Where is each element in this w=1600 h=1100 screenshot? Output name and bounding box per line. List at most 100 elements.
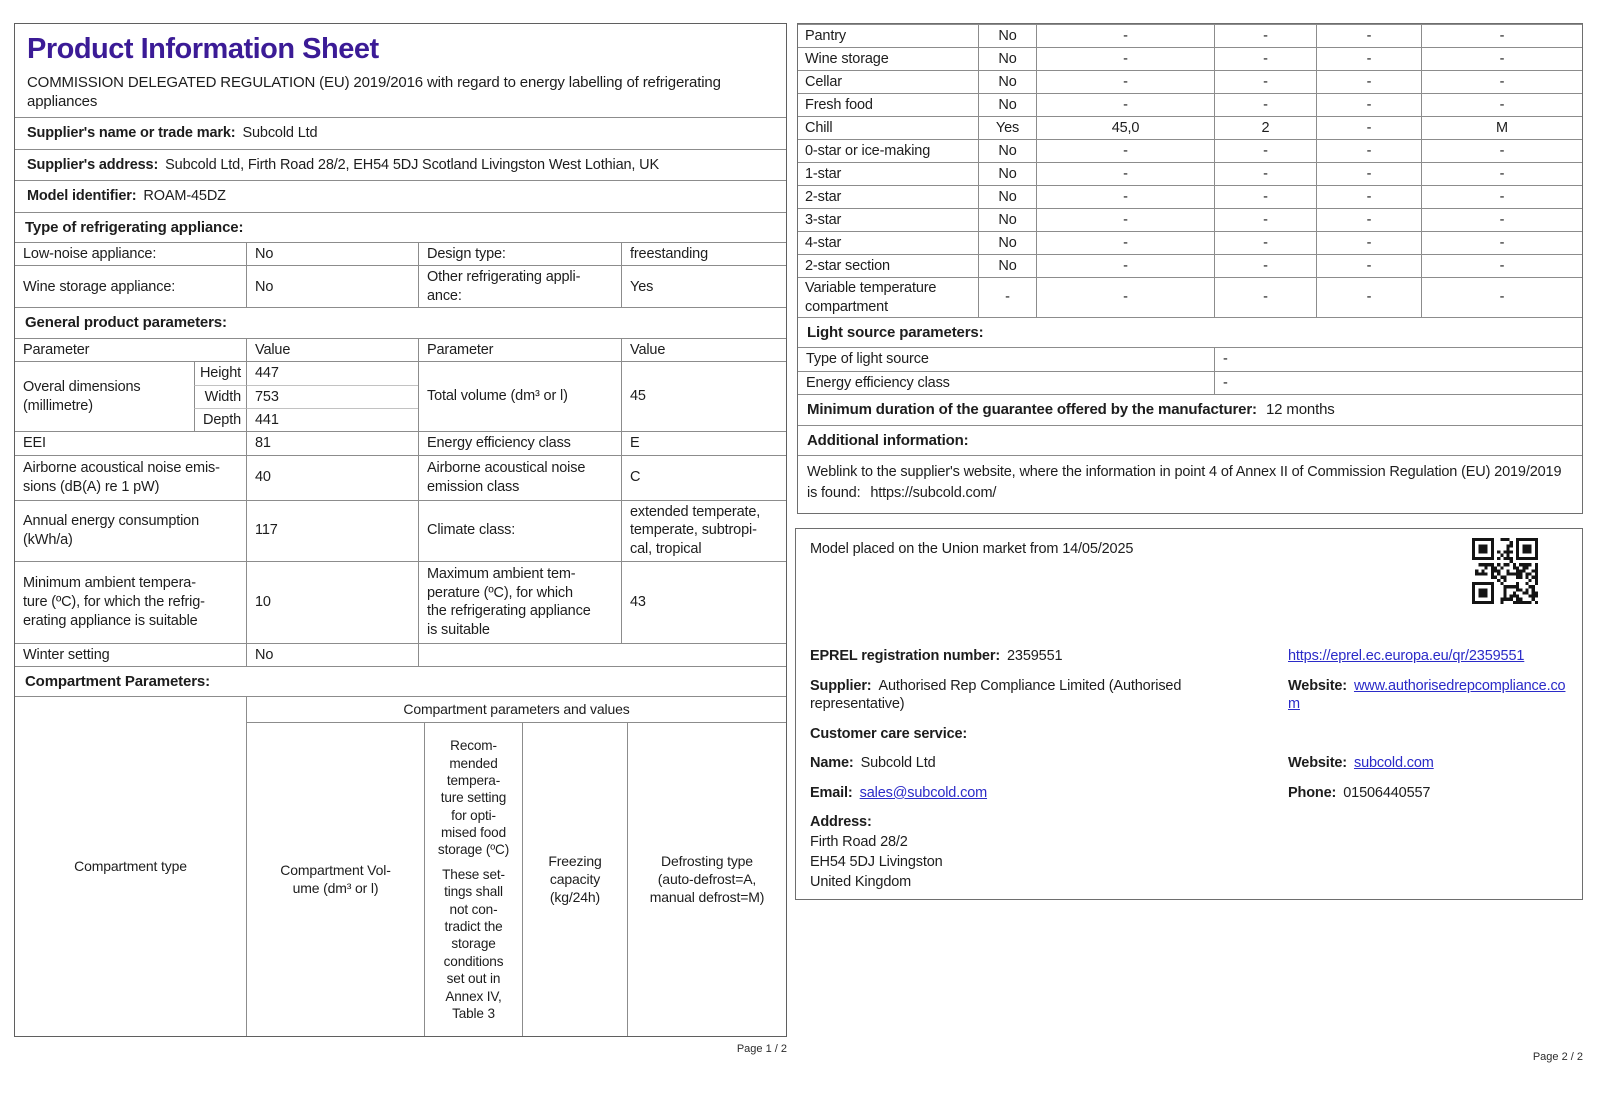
design-type-value: freestanding [621, 242, 786, 266]
compartment-value-cell: - [1316, 48, 1421, 70]
winter-setting-empty-cell [418, 643, 786, 667]
low-noise-value: No [246, 242, 418, 266]
eprel-label: EPREL registration number: [810, 648, 1001, 664]
winter-setting-value: No [246, 643, 418, 667]
email-label: Email: [810, 784, 853, 801]
table-row: Chill Yes 45,0 2- M [798, 116, 1582, 139]
customer-care-heading-row: Customer care service: [810, 725, 1568, 744]
supplier-name-value: Subcold Ltd [242, 125, 318, 141]
compartment-value-cell: - [1421, 186, 1582, 208]
height-value: 447 [246, 362, 418, 386]
email-row: Email: sales@subcold.com Phone: 0150644055… [810, 784, 1568, 803]
noise-class-label: Airborne acoustical noise emission class [418, 455, 621, 500]
compartment-rows: Pantry No - - - - Wine storage No - - - - Cellar No - -… [798, 24, 1582, 318]
winter-setting-label: Winter setting [23, 646, 110, 663]
recommended-temperature-text: Recom- mended tempera- ture setting for … [437, 738, 510, 858]
max-ambient-label: Maximum ambient tem- perature (ºC), for … [418, 561, 621, 643]
compartment-type-cell: Chill [805, 119, 833, 136]
compartment-value-cell: - [1036, 94, 1214, 116]
supplier-address-value: Subcold Ltd, Firth Road 28/2, EH54 5DJ S… [165, 156, 659, 173]
compartment-value-cell: 45,0 [1036, 117, 1214, 139]
compartment-value-cell: M [1421, 117, 1582, 139]
market-info-box: Model placed on the Union market from 14… [795, 528, 1583, 900]
model-identifier-value: ROAM-45DZ [143, 188, 226, 205]
compartment-type-cell: 4-star [805, 234, 842, 251]
compartment-value-cell: 2 [1214, 117, 1316, 139]
page-1: Product Information Sheet COMMISSION DEL… [14, 23, 787, 1037]
name-row: Name: Subcold Ltd Website: subcold.com [810, 754, 1568, 773]
parameter-header-row: Parameter Value Parameter Value [15, 337, 786, 362]
eprel-link[interactable]: https://eprel.ec.europa.eu/qr/2359551 [1288, 648, 1524, 664]
light-source-type-value: - [1214, 348, 1582, 371]
compartment-value-cell: No [978, 140, 1036, 162]
design-type-label: Design type: [418, 242, 621, 266]
market-row: Model placed on the Union market from 14… [810, 540, 1568, 636]
light-source-heading: Light source parameters: [798, 317, 1582, 347]
compartment-value-cell: - [1316, 278, 1421, 318]
light-source-type-label: Type of light source [806, 351, 929, 368]
supplier-address-label: Supplier's address: [27, 156, 159, 173]
compartment-volume-header: Compartment Vol- ume (dm³ or l) [246, 722, 424, 1036]
energy-consumption-row: Annual energy consumption (kWh/a) 117 Cl… [15, 499, 786, 561]
table-row: Pantry No - - - - [798, 24, 1582, 47]
compartment-value-cell: - [1316, 186, 1421, 208]
min-ambient-label: Minimum ambient tempera- ture (ºC), for … [23, 575, 205, 629]
compartment-value-cell: - [1214, 209, 1316, 231]
compartment-value-cell: - [1421, 25, 1582, 47]
width-value: 753 [246, 385, 418, 409]
min-ambient-value: 10 [246, 561, 418, 643]
light-efficiency-value: - [1214, 371, 1582, 395]
light-source-type-row: Type of light source - [798, 347, 1582, 371]
header-parameter-1: Parameter [23, 341, 90, 358]
compartment-value-cell: - [1421, 48, 1582, 70]
compartment-type-header: Compartment type [74, 857, 187, 874]
compartment-value-cell: - [1316, 163, 1421, 185]
compartment-value-cell: - [1316, 255, 1421, 277]
model-identifier-row: Model identifier: ROAM-45DZ [15, 180, 786, 212]
table-row: Wine storage No - - - - [798, 47, 1582, 70]
email-link[interactable]: sales@subcold.com [860, 785, 988, 801]
market-text: Model placed on the Union market from 14… [810, 541, 1134, 557]
compartment-value-cell: - [1421, 278, 1582, 318]
height-label: Height [194, 362, 246, 386]
header-parameter-2: Parameter [418, 338, 621, 362]
website2-link[interactable]: subcold.com [1354, 755, 1434, 771]
compartment-value-cell: - [1214, 140, 1316, 162]
low-noise-row: Low-noise appliance: No Design type: fre… [15, 241, 786, 266]
address-label: Address: [810, 814, 872, 831]
compartment-value-cell: - [1036, 163, 1214, 185]
compartment-value-cell: - [1316, 140, 1421, 162]
other-appliance-label: Other refrigerating appli- ance: [418, 266, 621, 308]
compartment-value-cell: - [978, 278, 1036, 318]
website2-label: Website: [1288, 755, 1347, 772]
eei-value: 81 [246, 432, 418, 455]
regulation-subtitle: COMMISSION DELEGATED REGULATION (EU) 201… [27, 73, 721, 111]
compartment-type-cell: Pantry [805, 27, 847, 44]
energy-class-label: Energy efficiency class [418, 432, 621, 455]
eprel-row: EPREL registration number: 2359551 https:… [810, 647, 1568, 666]
total-volume-label: Total volume (dm³ or l) [418, 362, 621, 432]
compartment-value-cell: Yes [978, 117, 1036, 139]
wine-storage-label: Wine storage appliance: [23, 278, 176, 295]
compartment-value-cell: - [1421, 209, 1582, 231]
freezing-capacity-header: Freezing capacity (kg/24h) [522, 722, 627, 1036]
compartment-type-cell: 3-star [805, 211, 842, 228]
supplier-row: Supplier: Authorised Rep Compliance Limit… [810, 677, 1568, 714]
supplier-name-row: Supplier's name or trade mark: Subcold Lt… [15, 117, 786, 149]
compartment-value-cell: - [1036, 186, 1214, 208]
compartment-value-cell: - [1036, 140, 1214, 162]
compartment-value-cell: - [1036, 71, 1214, 93]
page-2-compartment-table: Pantry No - - - - Wine storage No - - - - Cellar No - -… [797, 23, 1583, 514]
table-row: 4-star No - - - - [798, 231, 1582, 254]
website-label: Website: [1288, 677, 1347, 694]
table-row: 2-star section No - - - - [798, 254, 1582, 277]
supplier-name-label: Supplier's name or trade mark: [27, 125, 236, 141]
other-appliance-value: Yes [621, 266, 786, 308]
compartment-type-cell: Cellar [805, 73, 842, 90]
phone-value: 01506440557 [1343, 784, 1431, 801]
compartment-value-cell: - [1214, 232, 1316, 254]
compartment-value-cell: - [1036, 255, 1214, 277]
compartment-type-cell: 0-star or ice-making [805, 142, 931, 159]
max-ambient-value: 43 [621, 561, 786, 643]
energy-consumption-value: 117 [246, 500, 418, 561]
